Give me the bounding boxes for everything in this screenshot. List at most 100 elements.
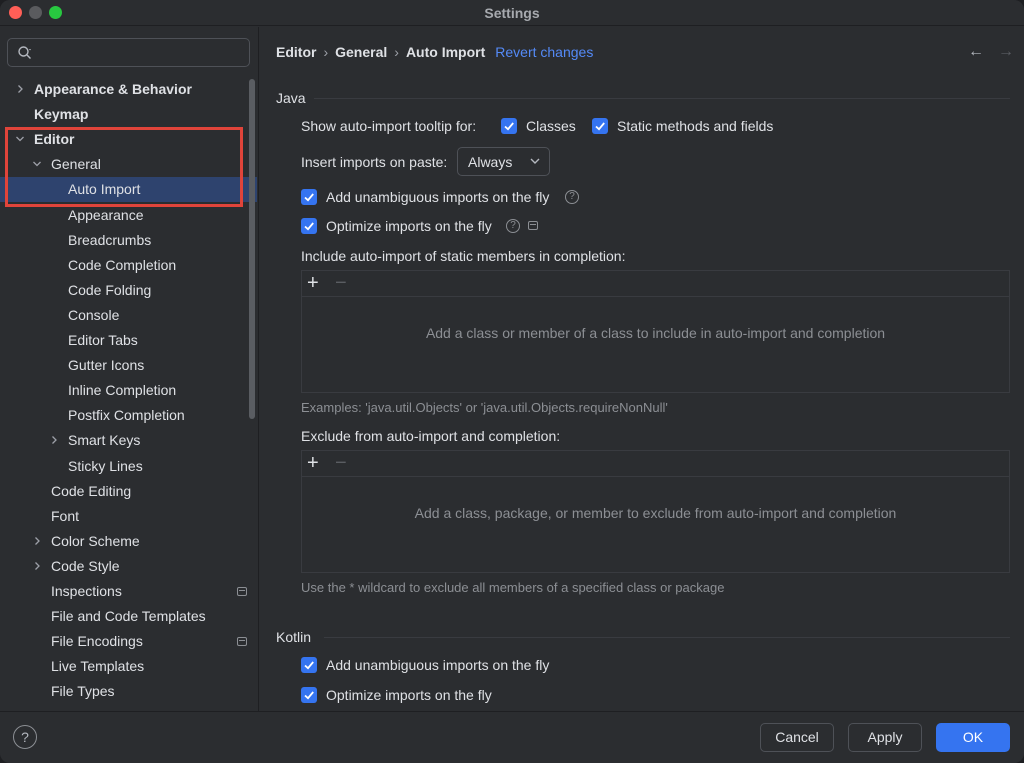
sidebar-item[interactable]: Inline Completion (0, 378, 257, 403)
checkmark-icon (504, 122, 514, 131)
search-input[interactable] (40, 43, 240, 63)
kotlin-optimize-label[interactable]: Optimize imports on the fly (326, 687, 492, 703)
sidebar-item[interactable]: File Types (0, 679, 257, 704)
sidebar-item[interactable]: Code Folding (0, 278, 257, 303)
sidebar-item-label: Postfix Completion (68, 407, 185, 423)
non-project-settings-icon (237, 587, 247, 596)
kotlin-optimize-checkbox[interactable] (301, 687, 317, 703)
sidebar-item[interactable]: Smart Keys (0, 428, 257, 453)
settings-sidebar: Appearance & Behavior Keymap Editor General… (0, 27, 259, 711)
sidebar-item[interactable]: Code Editing (0, 479, 257, 504)
checkmark-icon (595, 122, 605, 131)
breadcrumb-separator: › (394, 44, 399, 60)
sidebar-item[interactable]: Postfix Completion (0, 403, 257, 428)
checkmark-icon (304, 222, 314, 231)
sidebar-item-label: Keymap (34, 106, 89, 122)
back-arrow-icon[interactable]: ← (968, 43, 984, 61)
window-title: Settings (484, 5, 540, 21)
sidebar-item-label: Breadcrumbs (68, 232, 152, 248)
sidebar-item[interactable]: Sticky Lines (0, 454, 257, 479)
sidebar-item[interactable]: Font (0, 504, 257, 529)
sidebar-item-label: Code Completion (68, 257, 177, 273)
sidebar-item[interactable]: Breadcrumbs (0, 228, 257, 253)
static-members-list: + − Add a class or member of a class to … (301, 270, 1010, 393)
chevron-right-icon[interactable] (31, 554, 43, 579)
kotlin-unambiguous-checkbox[interactable] (301, 657, 317, 673)
help-icon[interactable]: ? (565, 190, 579, 204)
exclude-title: Exclude from auto-import and completion: (301, 428, 561, 444)
chevron-right-icon[interactable] (14, 77, 26, 102)
java-section-divider (314, 98, 1010, 99)
chevron-right-icon[interactable] (48, 428, 60, 453)
sidebar-item[interactable]: Code Style (0, 554, 257, 579)
exclude-list: + − Add a class, package, or member to e… (301, 450, 1010, 573)
sidebar-item-label: File Encodings (51, 633, 143, 649)
sidebar-item-label: File Types (51, 683, 115, 699)
add-icon[interactable]: + (307, 273, 319, 293)
sidebar-item[interactable]: Live Templates (0, 654, 257, 679)
paste-label: Insert imports on paste: (301, 154, 448, 170)
sidebar-item-label: Live Templates (51, 658, 145, 674)
static-methods-checkbox[interactable] (592, 118, 608, 134)
sidebar-item[interactable]: File Encodings (0, 629, 257, 654)
sidebar-item[interactable]: Gutter Icons (0, 353, 257, 378)
remove-icon[interactable]: − (335, 453, 347, 473)
static-members-toolbar: + − (302, 271, 1009, 297)
paste-dropdown-value: Always (468, 154, 513, 170)
classes-checkbox-label[interactable]: Classes (526, 118, 576, 134)
sidebar-item-label: Editor Tabs (68, 332, 138, 348)
settings-content: Editor › General › Auto Import Revert changes… (260, 27, 1024, 711)
add-icon[interactable]: + (307, 453, 319, 473)
java-section-title: Java (276, 90, 306, 106)
chevron-right-icon[interactable] (31, 529, 43, 554)
title-bar: Settings (0, 0, 1024, 26)
revert-changes-link[interactable]: Revert changes (495, 44, 593, 60)
non-project-settings-icon (528, 221, 538, 230)
sidebar-item-label: Appearance & Behavior (34, 81, 192, 97)
java-unambiguous-checkbox[interactable] (301, 189, 317, 205)
apply-button[interactable]: Apply (848, 723, 922, 752)
static-members-empty-text: Add a class or member of a class to incl… (425, 325, 886, 341)
help-button[interactable]: ? (13, 725, 37, 749)
kotlin-section-divider (324, 637, 1010, 638)
cancel-button[interactable]: Cancel (760, 723, 834, 752)
kotlin-section-title: Kotlin (276, 629, 312, 645)
sidebar-item-label: Code Folding (68, 282, 152, 298)
sidebar-item[interactable]: File and Code Templates (0, 604, 257, 629)
kotlin-unambiguous-label[interactable]: Add unambiguous imports on the fly (326, 657, 549, 673)
breadcrumb-separator: › (323, 44, 329, 60)
sidebar-item-label: Inline Completion (68, 382, 177, 398)
sidebar-item[interactable]: Editor Tabs (0, 328, 257, 353)
help-icon[interactable]: ? (506, 219, 520, 233)
sidebar-item[interactable]: Keymap (0, 102, 257, 127)
tooltip-label: Show auto-import tooltip for: (301, 118, 477, 134)
breadcrumb: Editor › General › Auto Import Revert changes (276, 44, 593, 60)
sidebar-scrollbar[interactable] (249, 79, 255, 419)
search-icon (18, 46, 31, 59)
sidebar-item[interactable]: Appearance & Behavior (0, 77, 257, 102)
sidebar-item-label: Sticky Lines (68, 458, 143, 474)
sidebar-item[interactable]: Code Completion (0, 253, 257, 278)
java-optimize-label[interactable]: Optimize imports on the fly (326, 218, 492, 234)
sidebar-item[interactable]: Color Scheme (0, 529, 257, 554)
static-methods-checkbox-label[interactable]: Static methods and fields (617, 118, 773, 134)
java-unambiguous-label[interactable]: Add unambiguous imports on the fly (326, 189, 549, 205)
sidebar-item-label: Code Editing (51, 483, 132, 499)
breadcrumb-auto-import: Auto Import (405, 44, 486, 60)
search-field[interactable] (7, 38, 250, 67)
paste-dropdown[interactable]: Always (457, 147, 550, 176)
java-optimize-checkbox[interactable] (301, 218, 317, 234)
annotation-highlight-box (5, 127, 243, 207)
dialog-footer: ? Cancel Apply OK (0, 711, 1024, 763)
sidebar-item-label: Inspections (51, 583, 122, 599)
sidebar-item[interactable]: Inspections (0, 579, 257, 604)
ok-button[interactable]: OK (936, 723, 1010, 752)
sidebar-item-label: Smart Keys (68, 432, 141, 448)
breadcrumb-editor[interactable]: Editor (276, 44, 316, 60)
classes-checkbox[interactable] (501, 118, 517, 134)
forward-arrow-icon[interactable]: → (998, 43, 1014, 61)
sidebar-item[interactable]: Console (0, 303, 257, 328)
breadcrumb-general[interactable]: General (335, 44, 387, 60)
remove-icon[interactable]: − (335, 273, 347, 293)
checkmark-icon (304, 661, 314, 670)
